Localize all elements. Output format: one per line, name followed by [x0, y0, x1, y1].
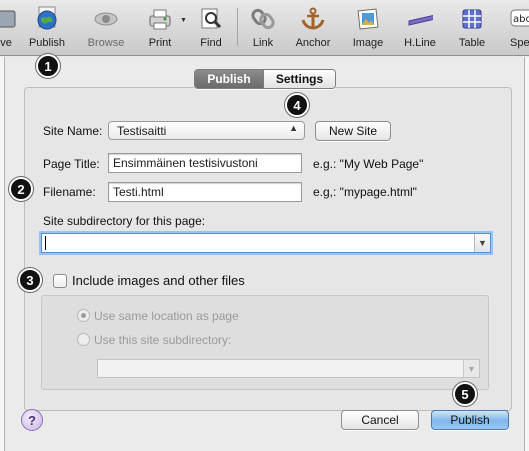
radio-dot	[81, 313, 86, 318]
picture-icon	[355, 6, 381, 32]
radio-site-subdir-label: Use this site subdirectory:	[94, 333, 232, 347]
tab-settings[interactable]: Settings	[263, 70, 335, 88]
subdir-label: Site subdirectory for this page:	[43, 214, 206, 228]
site-name-value: Testisaitti	[117, 124, 167, 138]
new-site-button[interactable]: New Site	[315, 121, 391, 141]
toolbar-publish-button[interactable]: Publish	[24, 2, 70, 54]
toolbar-anchor-button[interactable]: Anchor	[290, 2, 336, 54]
toolbar-print-button[interactable]: Print	[142, 2, 178, 54]
combo-dropdown-icon: ▼	[463, 360, 479, 377]
site-name-label: Site Name:	[43, 124, 103, 138]
callout-1: 1	[36, 54, 60, 78]
callout-2: 2	[9, 177, 33, 201]
popup-arrows-icon: ▲	[289, 123, 298, 133]
toolbar: ve Publish Browse Print ▼ Find Link Anch…	[0, 0, 529, 56]
subdir-combo[interactable]: ▼	[41, 233, 491, 253]
subdir-disabled-combo[interactable]: ▼	[97, 359, 480, 378]
printer-icon	[147, 6, 173, 32]
radio-same-location[interactable]	[77, 309, 90, 322]
include-files-label: Include images and other files	[72, 273, 245, 288]
text-caret	[45, 236, 46, 250]
page-title-example: e.g.: "My Web Page"	[313, 157, 424, 171]
publish-button[interactable]: Publish	[431, 410, 509, 430]
background-window-strip	[525, 57, 529, 451]
callout-5: 5	[453, 382, 477, 406]
eye-icon	[93, 6, 119, 32]
toolbar-browse-button[interactable]: Browse	[84, 2, 128, 54]
publish-sheet: Publish Settings Site Name: Testisaitti …	[4, 57, 525, 451]
tab-control: Publish Settings	[194, 69, 336, 89]
toolbar-find-button[interactable]: Find	[196, 2, 226, 54]
filename-label: Filename:	[43, 185, 96, 199]
combo-dropdown-icon[interactable]: ▼	[474, 234, 490, 252]
save-icon	[0, 6, 19, 32]
tab-publish[interactable]: Publish	[195, 70, 263, 88]
include-files-checkbox[interactable]	[53, 274, 67, 288]
callout-4: 4	[285, 93, 309, 117]
filename-example: e.g,: "mypage.html"	[313, 185, 417, 199]
radio-site-subdir[interactable]	[77, 333, 90, 346]
toolbar-image-button[interactable]: Image	[348, 2, 388, 54]
radio-same-location-label: Use same location as page	[94, 309, 239, 323]
page-title-label: Page Title:	[43, 157, 100, 171]
anchor-icon	[300, 6, 326, 32]
svg-text:abc: abc	[513, 14, 529, 25]
site-name-popup[interactable]: Testisaitti ▲	[108, 121, 305, 140]
globe-icon	[34, 6, 60, 32]
filename-field[interactable]: Testi.html	[108, 182, 302, 202]
table-grid-icon	[459, 6, 485, 32]
page-title-field[interactable]: Ensimmäinen testisivustoni	[108, 153, 302, 173]
toolbar-link-button[interactable]: Link	[248, 2, 278, 54]
chain-link-icon	[250, 6, 276, 32]
horizontal-line-icon	[407, 6, 433, 32]
magnifier-icon	[198, 6, 224, 32]
print-menu-arrow-icon[interactable]: ▼	[180, 17, 187, 24]
toolbar-spell-button[interactable]: abc Spel	[504, 2, 529, 54]
help-button[interactable]: ?	[21, 409, 43, 431]
callout-3: 3	[18, 268, 42, 292]
toolbar-table-button[interactable]: Table	[453, 2, 491, 54]
toolbar-save-button[interactable]: ve	[0, 2, 18, 54]
cancel-button[interactable]: Cancel	[341, 410, 419, 430]
spell-check-icon: abc	[508, 6, 529, 32]
toolbar-separator	[237, 8, 238, 46]
toolbar-hline-button[interactable]: H.Line	[400, 2, 440, 54]
